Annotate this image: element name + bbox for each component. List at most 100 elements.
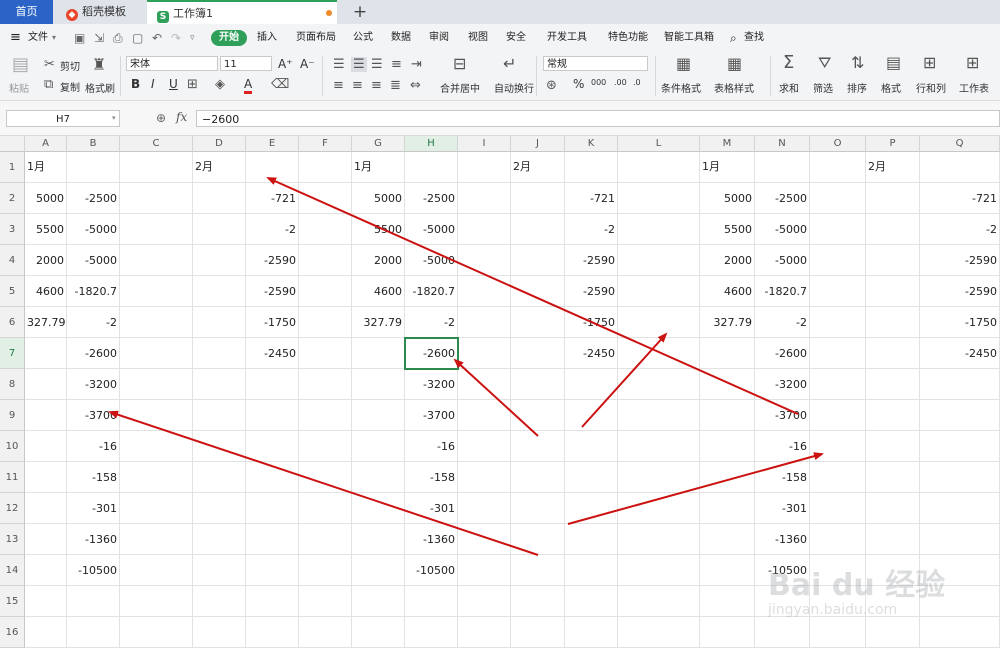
currency-icon[interactable]: ⊛	[546, 79, 557, 92]
cell-e5[interactable]: -2590	[246, 276, 299, 307]
cell-d8[interactable]	[193, 369, 246, 400]
cell-i15[interactable]	[458, 586, 511, 617]
column-header-g[interactable]: G	[352, 136, 405, 152]
cell-j16[interactable]	[511, 617, 565, 648]
cell-a6[interactable]: 327.79	[25, 307, 67, 338]
cell-k3[interactable]: -2	[565, 214, 618, 245]
menu-security[interactable]: 安全	[506, 24, 526, 52]
cell-k9[interactable]	[565, 400, 618, 431]
cell-d12[interactable]	[193, 493, 246, 524]
cell-i8[interactable]	[458, 369, 511, 400]
cell-k7[interactable]: -2450	[565, 338, 618, 369]
cell-f12[interactable]	[299, 493, 352, 524]
cell-n15[interactable]	[755, 586, 810, 617]
cell-j14[interactable]	[511, 555, 565, 586]
cell-d6[interactable]	[193, 307, 246, 338]
paste-button[interactable]: 粘贴	[9, 80, 29, 95]
cell-h3[interactable]: -5000	[405, 214, 458, 245]
cell-b9[interactable]: -3700	[67, 400, 120, 431]
cell-l10[interactable]	[618, 431, 700, 462]
cell-j9[interactable]	[511, 400, 565, 431]
cell-e2[interactable]: -721	[246, 183, 299, 214]
cell-n3[interactable]: -5000	[755, 214, 810, 245]
cell-b16[interactable]	[67, 617, 120, 648]
underline-button[interactable]: U	[169, 77, 178, 91]
save-icon[interactable]: ▣	[74, 24, 85, 52]
cell-l1[interactable]	[618, 152, 700, 183]
cell-l5[interactable]	[618, 276, 700, 307]
cell-d10[interactable]	[193, 431, 246, 462]
cell-f5[interactable]	[299, 276, 352, 307]
cell-i10[interactable]	[458, 431, 511, 462]
cell-d14[interactable]	[193, 555, 246, 586]
cell-n10[interactable]: -16	[755, 431, 810, 462]
chevron-down-icon[interactable]: ▾	[52, 24, 56, 52]
cell-g7[interactable]	[352, 338, 405, 369]
cell-c1[interactable]	[120, 152, 193, 183]
cell-c10[interactable]	[120, 431, 193, 462]
conditional-format-icon[interactable]: ▦	[676, 56, 691, 72]
cell-o11[interactable]	[810, 462, 866, 493]
align-right-icon[interactable]: ≡	[371, 79, 382, 92]
bold-button[interactable]: B	[131, 77, 140, 91]
cell-m4[interactable]: 2000	[700, 245, 755, 276]
cell-b3[interactable]: -5000	[67, 214, 120, 245]
cell-e1[interactable]	[246, 152, 299, 183]
cell-i5[interactable]	[458, 276, 511, 307]
redo-icon[interactable]: ↷	[171, 24, 181, 52]
border-icon[interactable]: ⊞	[187, 78, 198, 91]
cell-j4[interactable]	[511, 245, 565, 276]
cell-p10[interactable]	[866, 431, 920, 462]
cell-e12[interactable]	[246, 493, 299, 524]
menu-start[interactable]: 开始	[211, 30, 247, 46]
cell-a1[interactable]: 1月	[25, 152, 67, 183]
cell-q12[interactable]	[920, 493, 1000, 524]
cell-n6[interactable]: -2	[755, 307, 810, 338]
cell-g15[interactable]	[352, 586, 405, 617]
cell-f9[interactable]	[299, 400, 352, 431]
tab-workbook[interactable]: S 工作簿1	[147, 0, 337, 24]
search-icon[interactable]: ⌕	[730, 24, 737, 52]
cell-o15[interactable]	[810, 586, 866, 617]
format-icon[interactable]: ▤	[886, 55, 901, 71]
cell-c11[interactable]	[120, 462, 193, 493]
cell-p12[interactable]	[866, 493, 920, 524]
cell-f10[interactable]	[299, 431, 352, 462]
cell-k13[interactable]	[565, 524, 618, 555]
cell-a11[interactable]	[25, 462, 67, 493]
menu-view[interactable]: 视图	[468, 24, 488, 52]
cell-m15[interactable]	[700, 586, 755, 617]
scissors-icon[interactable]: ✂	[44, 58, 55, 71]
cell-e8[interactable]	[246, 369, 299, 400]
cell-k8[interactable]	[565, 369, 618, 400]
cell-j5[interactable]	[511, 276, 565, 307]
cell-p8[interactable]	[866, 369, 920, 400]
cell-f14[interactable]	[299, 555, 352, 586]
cell-a2[interactable]: 5000	[25, 183, 67, 214]
cell-i7[interactable]	[458, 338, 511, 369]
cell-n12[interactable]: -301	[755, 493, 810, 524]
tab-template[interactable]: ◆ 稻壳模板	[54, 0, 147, 24]
wrap-text-icon[interactable]: ↵	[503, 56, 516, 72]
cell-q4[interactable]: -2590	[920, 245, 1000, 276]
menu-find[interactable]: 查找	[744, 24, 764, 52]
cell-h5[interactable]: -1820.7	[405, 276, 458, 307]
cell-h16[interactable]	[405, 617, 458, 648]
cell-e13[interactable]	[246, 524, 299, 555]
cell-f11[interactable]	[299, 462, 352, 493]
cell-l12[interactable]	[618, 493, 700, 524]
cell-b1[interactable]	[67, 152, 120, 183]
cell-q13[interactable]	[920, 524, 1000, 555]
cell-n9[interactable]: -3700	[755, 400, 810, 431]
cell-n8[interactable]: -3200	[755, 369, 810, 400]
row-header-14[interactable]: 14	[0, 555, 25, 586]
cell-q7[interactable]: -2450	[920, 338, 1000, 369]
cell-h10[interactable]: -16	[405, 431, 458, 462]
align-left-icon[interactable]: ≡	[333, 79, 344, 92]
column-header-p[interactable]: P	[866, 136, 920, 152]
column-header-h[interactable]: H	[405, 136, 458, 152]
cell-i6[interactable]	[458, 307, 511, 338]
cell-o14[interactable]	[810, 555, 866, 586]
cell-o3[interactable]	[810, 214, 866, 245]
cell-c16[interactable]	[120, 617, 193, 648]
